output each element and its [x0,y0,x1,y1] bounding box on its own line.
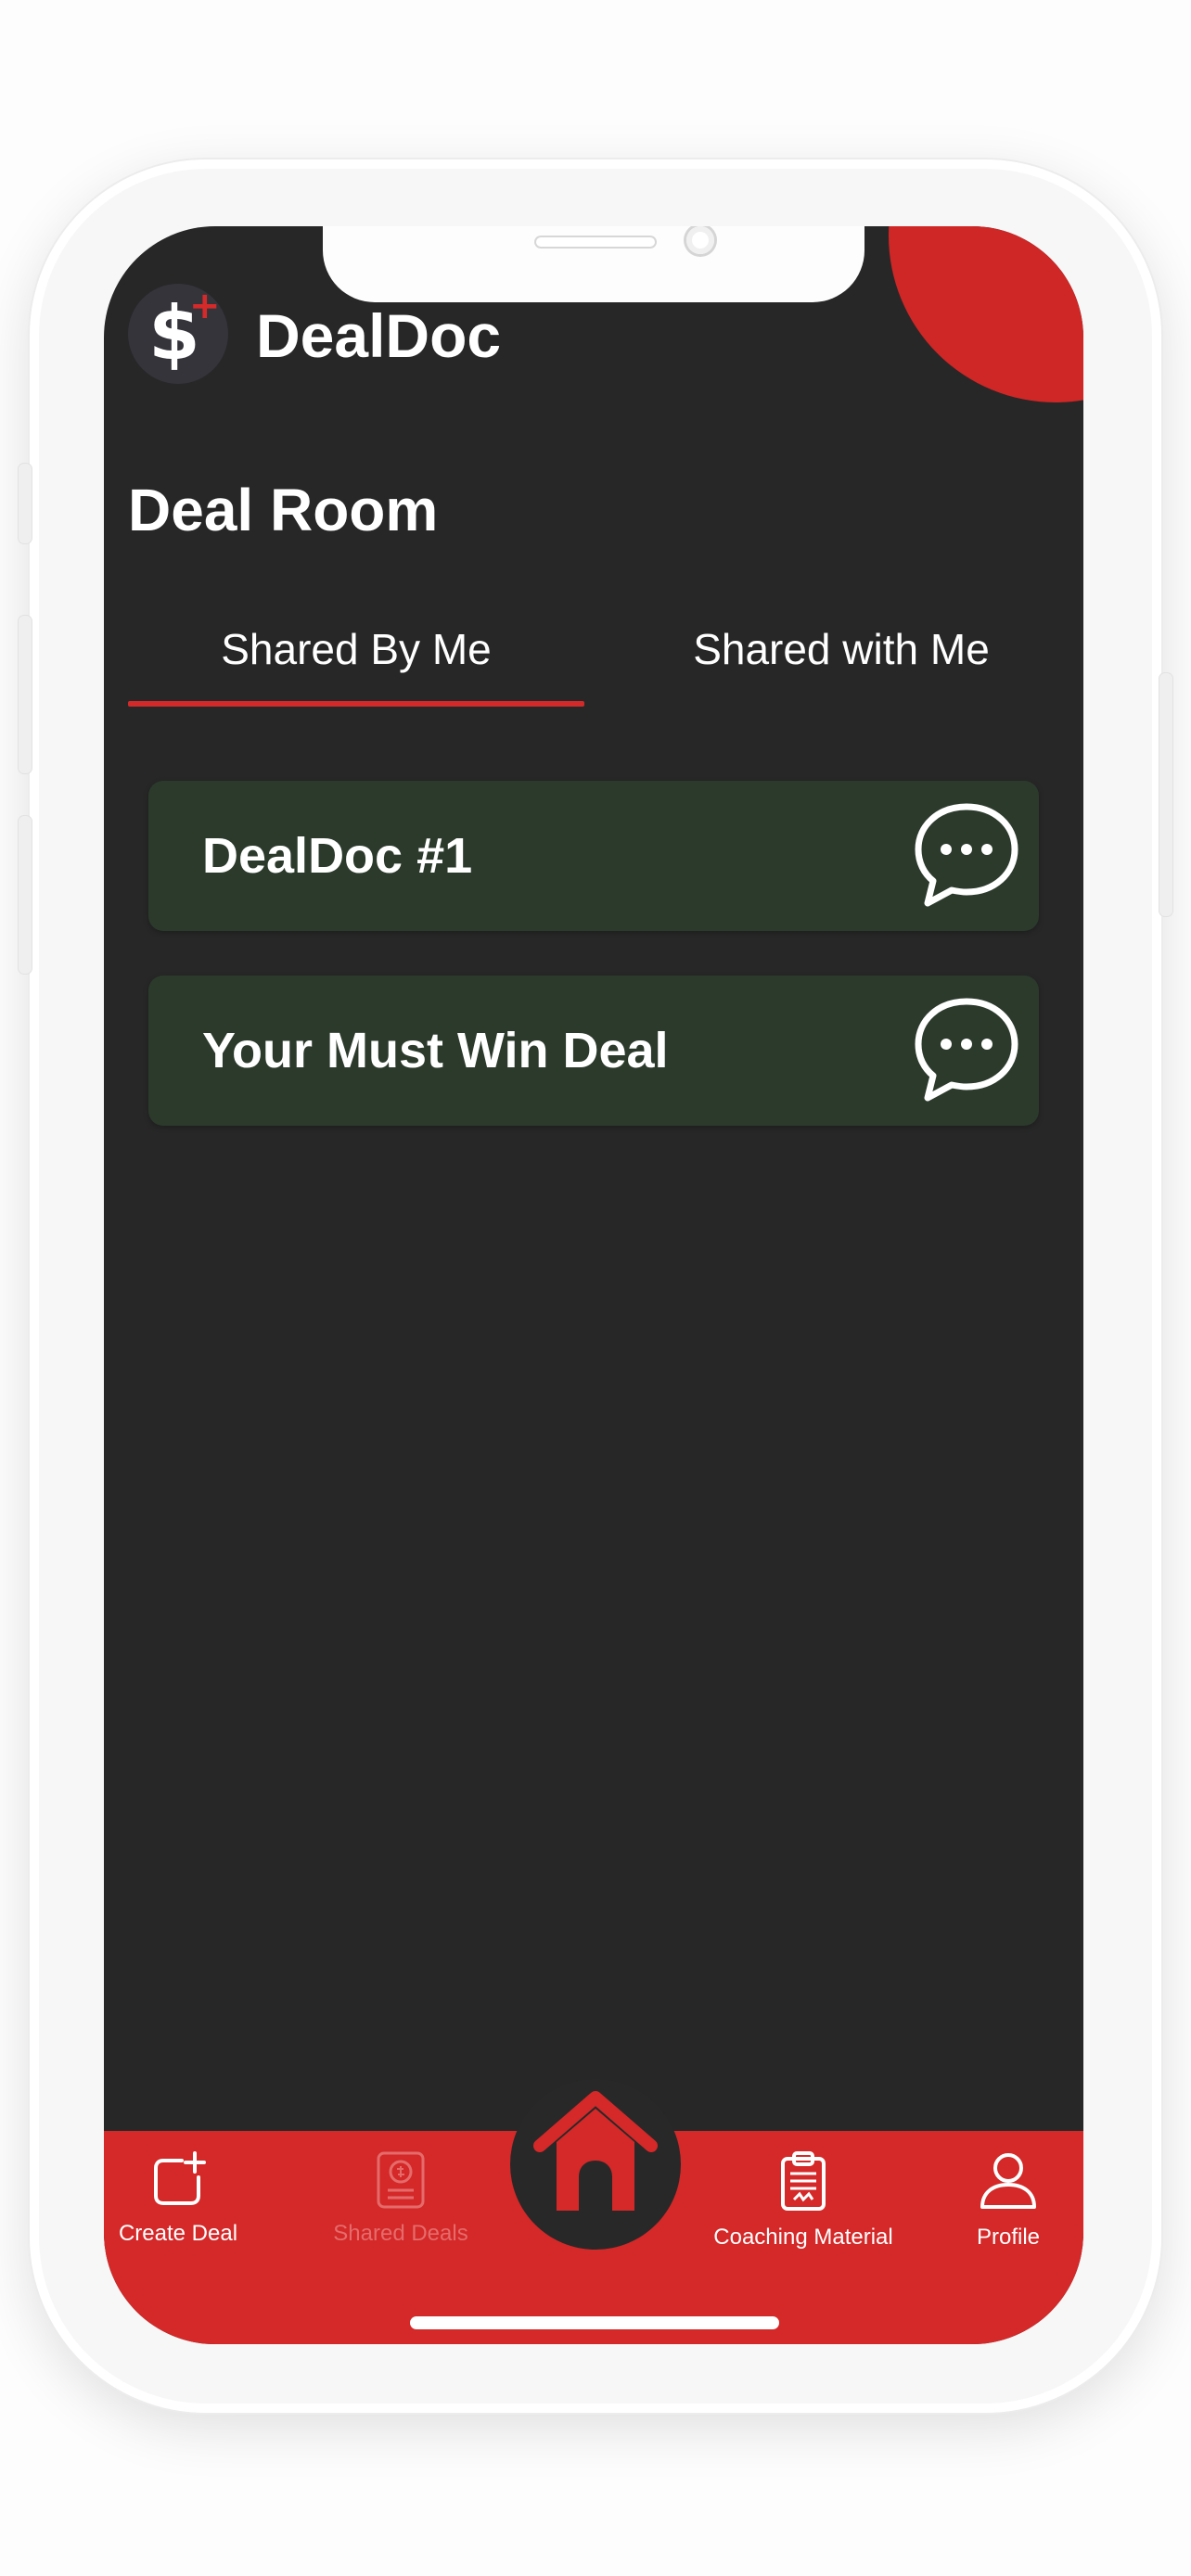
create-deal-icon [154,2151,206,2205]
nav-home-button[interactable] [510,2079,681,2250]
nav-shared-deals[interactable]: Shared Deals [308,2149,493,2248]
nav-label: Profile [976,2225,1041,2250]
phone-silent-switch [19,464,32,543]
deal-title: DealDoc #1 [202,828,473,884]
clipboard-icon [781,2151,826,2211]
phone-volume-down-button [19,816,32,974]
phone-volume-up-button [19,616,32,773]
front-camera [686,226,714,254]
nav-create-deal[interactable]: Create Deal [104,2149,252,2248]
active-tab-indicator [128,701,584,707]
nav-label: Shared Deals [333,2221,468,2246]
deal-title: Your Must Win Deal [202,1023,669,1078]
phone-power-button [1159,673,1172,916]
logo-plus-badge: + [189,285,221,327]
page-title: Deal Room [128,477,439,543]
profile-icon [980,2153,1036,2209]
nav-label: Create Deal [118,2221,238,2246]
chat-bubble-icon[interactable] [909,797,1024,912]
app-logo: $ + [128,284,228,384]
deal-card[interactable]: Your Must Win Deal [148,976,1039,1126]
nav-coaching-material[interactable]: Coaching Material [698,2149,909,2251]
speaker-grille [536,237,655,247]
home-indicator[interactable] [410,2316,779,2329]
tab-shared-with-me[interactable]: Shared with Me [623,616,1059,682]
device-notch [323,226,864,302]
shared-deals-icon [377,2151,425,2209]
corner-accent [889,226,1083,402]
tab-shared-by-me[interactable]: Shared By Me [128,616,584,682]
chat-bubble-icon[interactable] [909,992,1024,1107]
nav-label: Coaching Material [713,2225,893,2250]
deal-card[interactable]: DealDoc #1 [148,781,1039,931]
nav-profile[interactable]: Profile [939,2149,1078,2251]
home-icon [533,2091,658,2211]
app-screen: $ + DealDoc Deal Room Shared By Me Share… [104,226,1083,2344]
app-name: DealDoc [256,301,502,370]
